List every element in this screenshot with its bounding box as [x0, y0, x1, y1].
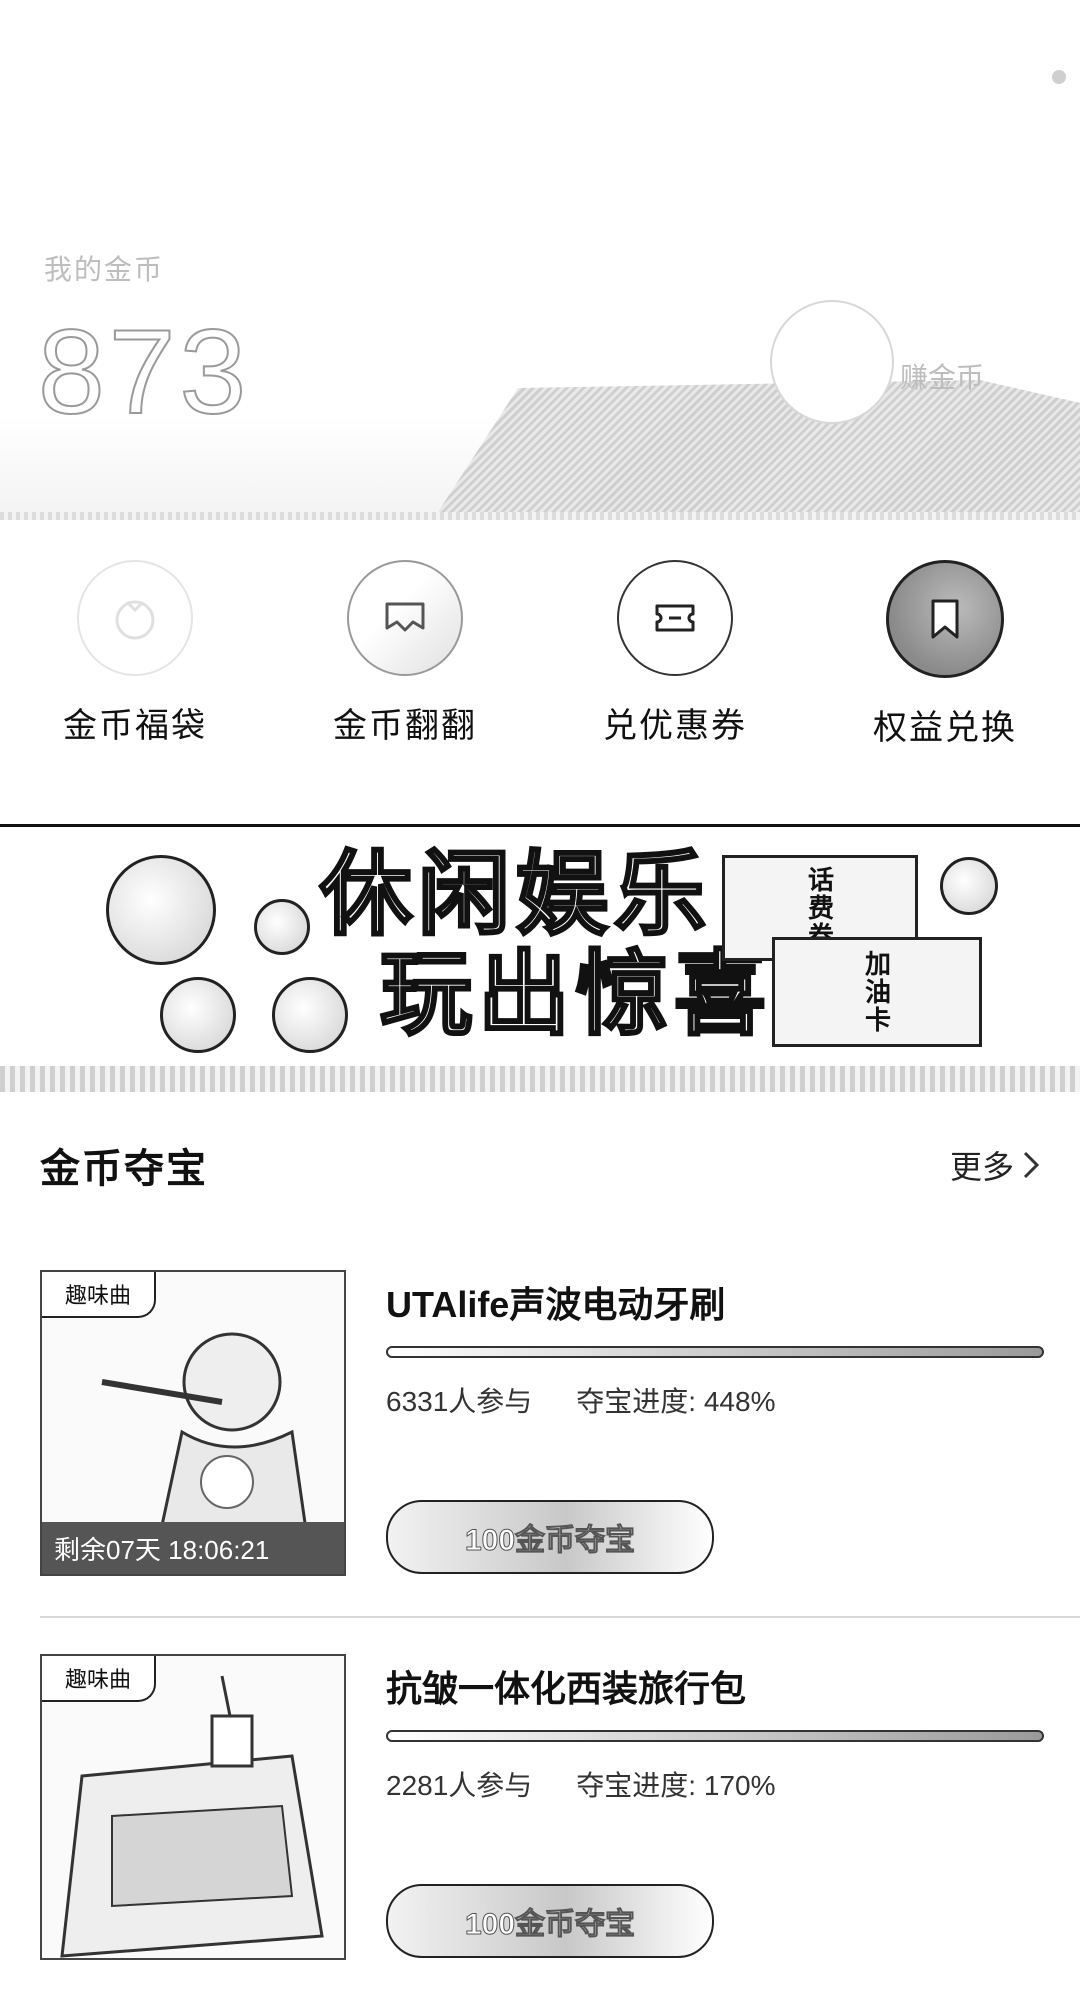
participant-count: 2281人参与 — [386, 1770, 533, 1801]
action-label: 兑优惠券 — [603, 707, 747, 745]
more-label: 更多 — [949, 1149, 1014, 1185]
more-link[interactable]: 更多 — [950, 1142, 1040, 1188]
promo-banner[interactable]: 休闲娱乐 玩出惊喜 话费券 加油卡 — [0, 824, 1080, 1070]
participant-count: 6331人参与 — [386, 1386, 533, 1417]
coins-label: 我的金币 — [44, 254, 165, 285]
product-card[interactable]: 趣味曲 剩余07天 18:06:21 UTAlife声波电动牙刷 6331人参与… — [40, 1270, 1044, 1610]
header-divider — [0, 512, 1080, 520]
action-lucky-bag[interactable]: 金币福袋 — [25, 560, 245, 780]
redeem-button[interactable]: 100金币夺宝 — [386, 1884, 714, 1958]
brand-badge: 趣味曲 — [42, 1272, 156, 1318]
earn-coins-link[interactable]: 赚金币 — [900, 356, 984, 396]
header-decoration — [770, 300, 894, 424]
treasure-progress: 夺宝进度: 170% — [576, 1770, 776, 1801]
lottery-ball-icon — [106, 855, 216, 965]
status-indicator — [1052, 70, 1066, 84]
action-benefit-exchange[interactable]: 权益兑换 — [835, 560, 1055, 780]
banner-divider — [0, 1066, 1080, 1092]
header-illustration — [420, 380, 1080, 520]
progress-bar — [386, 1730, 1044, 1742]
action-flip-card[interactable]: 金币翻翻 — [295, 560, 515, 780]
lucky-bag-icon — [77, 560, 193, 676]
product-image: 趣味曲 剩余07天 18:06:21 — [40, 1270, 346, 1576]
coupon-icon — [617, 560, 733, 676]
banner-headline-1: 休闲娱乐 — [318, 844, 713, 947]
fuel-card-ticket: 加油卡 — [772, 937, 982, 1047]
lottery-ball-icon — [160, 977, 236, 1053]
horse-racing-icon — [272, 977, 348, 1053]
card-divider — [40, 1616, 1080, 1618]
countdown-timer: 剩余07天 18:06:21 — [42, 1522, 344, 1574]
coins-header: 我的金币 873 赚金币 — [0, 0, 1080, 520]
ticket-label: 加油卡 — [861, 950, 892, 1034]
flip-card-icon — [347, 560, 463, 676]
bookmark-icon — [886, 560, 1004, 678]
action-label: 权益兑换 — [873, 709, 1017, 747]
product-stats: 2281人参与 夺宝进度: 170% — [386, 1764, 775, 1804]
quick-actions: 金币福袋 金币翻翻 兑优惠券 权益兑换 — [0, 560, 1080, 780]
product-image: 趣味曲 — [40, 1654, 346, 1960]
redeem-button[interactable]: 100金币夺宝 — [386, 1500, 714, 1574]
progress-bar — [386, 1346, 1044, 1358]
action-coupon[interactable]: 兑优惠券 — [565, 560, 785, 780]
product-stats: 6331人参与 夺宝进度: 448% — [386, 1380, 775, 1420]
chevron-right-icon — [1023, 1151, 1040, 1179]
coins-balance: 873 — [37, 305, 251, 439]
product-title: UTAlife声波电动牙刷 — [386, 1284, 726, 1325]
product-title: 抗皱一体化西装旅行包 — [386, 1668, 747, 1709]
section-title: 金币夺宝 — [40, 1147, 208, 1191]
banner-headline-2: 玩出惊喜 — [378, 944, 773, 1047]
treasure-section-header: 金币夺宝 更多 — [40, 1130, 1040, 1200]
lottery-ball-icon — [940, 857, 998, 915]
product-card[interactable]: 趣味曲 抗皱一体化西装旅行包 2281人参与 夺宝进度: 170% 100金币夺宝 — [40, 1654, 1044, 1994]
billiard-ball-icon — [254, 899, 310, 955]
action-label: 金币福袋 — [63, 707, 207, 745]
treasure-progress: 夺宝进度: 448% — [576, 1386, 776, 1417]
action-label: 金币翻翻 — [333, 707, 477, 745]
brand-badge: 趣味曲 — [42, 1656, 156, 1702]
